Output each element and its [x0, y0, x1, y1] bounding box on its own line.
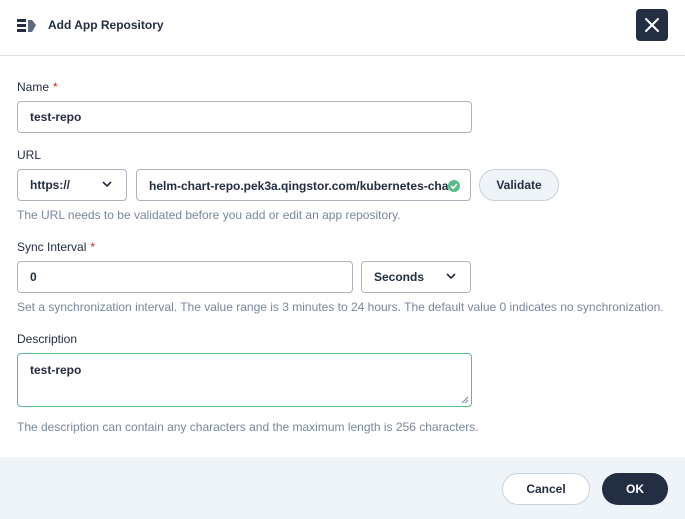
resize-handle-icon[interactable] [461, 396, 469, 404]
sync-interval-input[interactable]: 0 [17, 261, 353, 293]
app-repository-icon [17, 19, 36, 32]
sync-unit-select[interactable]: Seconds [361, 261, 471, 293]
validate-button[interactable]: Validate [479, 169, 559, 201]
dialog-header: Add App Repository [0, 0, 685, 56]
name-label: Name * [17, 80, 58, 94]
sync-interval-hint: Set a synchronization interval. The valu… [17, 300, 664, 314]
required-mark: * [53, 80, 58, 94]
ok-button[interactable]: OK [602, 473, 668, 505]
name-label-text: Name [17, 80, 50, 94]
description-label: Description [17, 332, 78, 346]
dialog-footer: Cancel OK [0, 457, 685, 519]
description-textarea[interactable]: test-repo [17, 353, 472, 407]
url-hint: The URL needs to be validated before you… [17, 208, 401, 222]
sync-interval-label: Sync Interval * [17, 240, 95, 254]
required-mark: * [90, 240, 96, 254]
cancel-button[interactable]: Cancel [502, 473, 590, 505]
protocol-value: https:// [30, 178, 70, 192]
description-value: test-repo [30, 363, 82, 377]
sync-interval-label-text: Sync Interval [17, 240, 87, 254]
url-label: URL [17, 148, 42, 162]
chevron-down-icon [102, 181, 112, 188]
check-circle-icon [448, 180, 460, 192]
name-value: test-repo [30, 110, 82, 124]
sync-interval-value: 0 [30, 270, 37, 284]
chevron-down-icon [446, 273, 456, 280]
name-input[interactable]: test-repo [17, 101, 472, 133]
sync-unit-value: Seconds [374, 270, 425, 284]
close-icon [645, 18, 659, 32]
protocol-select[interactable]: https:// [17, 169, 127, 201]
url-input[interactable]: helm-chart-repo.pek3a.qingstor.com/kuber… [136, 169, 471, 201]
url-value: helm-chart-repo.pek3a.qingstor.com/kuber… [149, 179, 449, 193]
description-hint: The description can contain any characte… [17, 420, 479, 434]
close-button[interactable] [636, 9, 668, 41]
dialog-title: Add App Repository [48, 18, 164, 32]
